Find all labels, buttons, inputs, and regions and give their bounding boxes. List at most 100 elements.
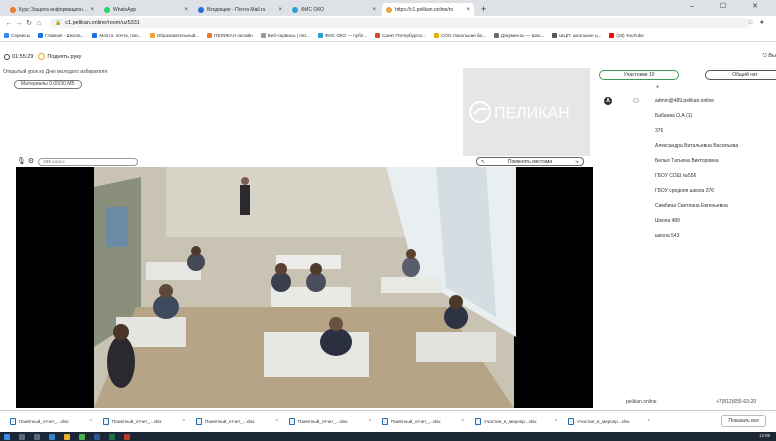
- materials-button[interactable]: Материалы 0.00/30 МБ: [14, 80, 82, 89]
- host-badge: A: [604, 97, 612, 105]
- downloads-bar: Паевтный_отчет_...xlsx ^ Паевтный_отчет_..…: [0, 410, 776, 432]
- bookmark-item[interactable]: Санкт-Петербургск...: [375, 33, 426, 38]
- bookmark-favicon: [92, 33, 98, 38]
- close-icon[interactable]: ×: [184, 7, 188, 13]
- url-text: c1.pelikan.online/room/uz5331: [65, 20, 140, 26]
- bookmark-item[interactable]: Документы — Шко...: [493, 33, 544, 38]
- address-bar-row: ← → ↻ ⌂ 🔒 c1.pelikan.online/room/uz5331 …: [0, 16, 776, 30]
- download-item[interactable]: Паевтный_отчет_...xlsx ^: [10, 415, 92, 429]
- bookmark-label: Сервисы: [11, 33, 31, 38]
- participant-item[interactable]: Школа 489: [655, 217, 738, 232]
- bookmark-item[interactable]: Сервисы: [4, 33, 30, 38]
- task-view-icon[interactable]: [34, 433, 40, 440]
- participant-item[interactable]: admin@489.pelikan.online: [655, 97, 738, 112]
- bookmark-favicon: [149, 33, 155, 38]
- forward-icon[interactable]: →: [14, 20, 24, 27]
- close-icon[interactable]: ×: [90, 7, 94, 13]
- chevron-up-icon[interactable]: ^: [462, 419, 464, 425]
- tab-favicon: [386, 6, 392, 13]
- bookmark-item[interactable]: СОО Локальная ба...: [434, 33, 486, 38]
- word-icon[interactable]: [94, 433, 100, 440]
- chevron-up-icon[interactable]: ^: [90, 419, 92, 425]
- bookmark-favicon: [317, 33, 323, 38]
- participant-item[interactable]: школа 543: [655, 232, 738, 247]
- swap-button[interactable]: ↖ Поменять местами ↘: [476, 157, 584, 166]
- bookmark-item[interactable]: Главная - Школа...: [38, 33, 84, 38]
- participant-item[interactable]: Симбина Светлана Евгеньевна: [655, 202, 738, 217]
- participant-item[interactable]: Александра Витальевна Васильева: [655, 142, 738, 157]
- close-icon[interactable]: ×: [372, 7, 376, 13]
- hand-icon[interactable]: [38, 53, 46, 60]
- excel-icon[interactable]: [109, 433, 115, 440]
- tab-favicon: [10, 6, 16, 13]
- reload-icon[interactable]: ↻: [24, 19, 34, 27]
- chevron-up-icon[interactable]: ^: [648, 419, 650, 425]
- bookmark-item[interactable]: Mail.ru: почта, пои...: [92, 33, 142, 38]
- timer-row: 01:55:29 Поднять руку: [4, 53, 81, 60]
- show-all-downloads-button[interactable]: Показать все: [721, 415, 766, 427]
- lesson-timer: 01:55:29: [12, 53, 34, 60]
- raise-hand-button[interactable]: Поднять руку: [47, 54, 81, 60]
- browser-tab-strip: Курс Защита информационных... × WhatsApp ×…: [0, 0, 776, 16]
- bookmark-item[interactable]: ФИС ОКО — публ...: [317, 33, 367, 38]
- bookmark-item[interactable]: ШЦП: школьное ц...: [552, 33, 601, 38]
- download-item[interactable]: Паевтный_отчет_...xlsx ^: [382, 415, 464, 429]
- participant-item[interactable]: Бабаева О.А (1): [655, 112, 738, 127]
- download-item[interactable]: Паевтный_отчет_...xlsx ^: [103, 415, 185, 429]
- download-item[interactable]: Участие_в_меропр...xlsx ^: [568, 415, 650, 429]
- browser-tab-3[interactable]: Входящие - Почта Mail.ru ×: [194, 3, 286, 16]
- chevron-up-icon[interactable]: ^: [276, 419, 278, 425]
- browser-tab-1[interactable]: Курс Защита информационных... ×: [6, 3, 98, 16]
- new-tab-button[interactable]: +: [476, 3, 491, 16]
- participant-item[interactable]: Белых Татьяна Викторовна: [655, 157, 738, 172]
- download-item[interactable]: Участие_в_меропр...xlsx ^: [475, 415, 557, 429]
- exit-label: Вы: [768, 53, 776, 59]
- chevron-up-icon[interactable]: ^: [183, 419, 185, 425]
- bookmark-item[interactable]: Веб-сервисы | Авт...: [260, 33, 310, 38]
- chrome-icon[interactable]: [79, 433, 85, 440]
- tab-chat[interactable]: Общий чат: [705, 70, 776, 80]
- download-item[interactable]: Паевтный_отчет_...xlsx ^: [196, 415, 278, 429]
- bookmark-label: СОО Локальная ба...: [441, 33, 486, 38]
- logo-text: ПЕЛИКАН: [494, 105, 570, 122]
- star-icon[interactable]: ☆●: [747, 18, 770, 26]
- close-icon[interactable]: ×: [466, 7, 470, 13]
- folder-icon[interactable]: [64, 433, 70, 440]
- download-item[interactable]: Паевтный_отчет_...xlsx ^: [289, 415, 371, 429]
- sidebar-tabs: Участники 10 Общий чат: [599, 70, 776, 80]
- bookmark-item[interactable]: (28) YouTube: [609, 33, 644, 38]
- tab-participants[interactable]: Участники 10: [599, 70, 679, 80]
- browser-tab-5[interactable]: https://c1.pelikan.online/ro ×: [382, 3, 474, 16]
- bookmark-item[interactable]: ПЕЛИКАН онлайн: [207, 33, 253, 38]
- participant-item[interactable]: ГБОУ средняя школа 376: [655, 187, 738, 202]
- camera-icon[interactable]: [633, 98, 639, 103]
- app-icon[interactable]: [124, 433, 130, 440]
- class-name-input[interactable]: [38, 158, 138, 166]
- back-icon[interactable]: ←: [4, 20, 14, 27]
- close-icon[interactable]: ×: [278, 7, 282, 13]
- participant-item[interactable]: 376: [655, 127, 738, 142]
- file-icon: [103, 418, 109, 425]
- start-icon[interactable]: [4, 433, 10, 440]
- exit-button[interactable]: ⎋ Вы: [762, 53, 776, 60]
- bookmark-label: Главная - Школа...: [45, 33, 85, 38]
- bookmark-favicon: [493, 33, 499, 38]
- edge-icon[interactable]: [49, 433, 55, 440]
- window-controls[interactable]: – ☐ ✕: [690, 2, 770, 10]
- bookmark-item[interactable]: Образовательный...: [149, 33, 199, 38]
- browser-tab-4[interactable]: ФИС ОКО ×: [288, 3, 380, 16]
- file-icon: [568, 418, 574, 425]
- chevron-up-icon[interactable]: ^: [555, 419, 557, 425]
- home-icon[interactable]: ⌂: [34, 20, 44, 27]
- microphone-icon[interactable]: 🎙: [17, 158, 26, 166]
- browser-tab-2[interactable]: WhatsApp ×: [100, 3, 192, 16]
- bookmark-label: ШЦП: школьное ц...: [559, 33, 602, 38]
- participant-item[interactable]: ГБОУ СОШ №556: [655, 172, 738, 187]
- swap-right-icon: ↘: [574, 158, 579, 165]
- classroom-video[interactable]: [16, 167, 593, 408]
- chevron-up-icon[interactable]: ^: [369, 419, 371, 425]
- search-icon[interactable]: [19, 433, 25, 440]
- url-input[interactable]: 🔒 c1.pelikan.online/room/uz5331: [50, 18, 750, 28]
- gear-icon[interactable]: ⚙: [27, 158, 35, 166]
- bookmark-favicon: [4, 33, 9, 38]
